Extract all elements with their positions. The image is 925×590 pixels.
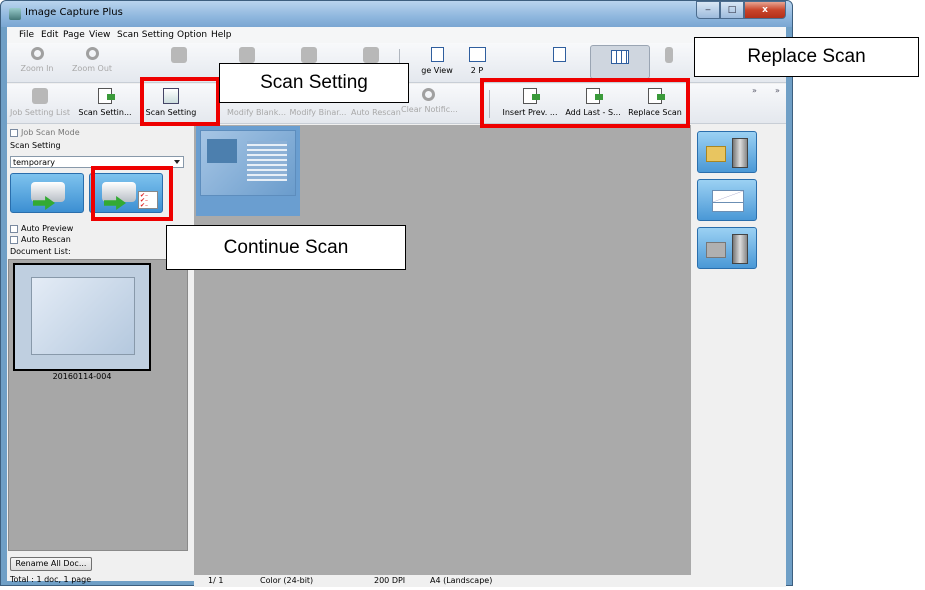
- toolbar-page-icon: [363, 47, 379, 63]
- toolbar-page-icon: [239, 47, 255, 63]
- auto-preview-label: Auto Preview: [21, 224, 74, 233]
- zoom-out-button[interactable]: Zoom Out: [67, 43, 117, 83]
- server-icon: [732, 234, 748, 264]
- auto-preview-checkbox[interactable]: [10, 225, 18, 233]
- scan-button[interactable]: [10, 173, 84, 213]
- toolbar-page-icon: [301, 47, 317, 63]
- status-bar: 1/ 1 Color (24-bit) 200 DPI A4 (Landscap…: [194, 575, 786, 587]
- menu-scan-setting[interactable]: Scan Setting: [117, 30, 174, 40]
- status-dpi: 200 DPI: [374, 576, 406, 585]
- send-email-button[interactable]: [697, 179, 757, 221]
- zoom-in-button[interactable]: Zoom In: [15, 43, 59, 83]
- app-icon: [9, 8, 21, 20]
- send-to-server-button-2[interactable]: [697, 227, 757, 269]
- continue-scan-highlight: [91, 166, 173, 221]
- scan-settings-button[interactable]: Scan Settin...: [73, 84, 137, 124]
- job-scan-mode-label: Job Scan Mode: [21, 128, 80, 137]
- thumbnail-grid-icon: [611, 50, 629, 64]
- total-count: Total : 1 doc, 1 page: [10, 575, 92, 584]
- job-scan-mode-checkbox[interactable]: [10, 129, 18, 137]
- device-icon: [706, 242, 726, 258]
- right-panel: [694, 125, 786, 581]
- half-page-icon: [552, 47, 566, 62]
- menu-option[interactable]: Option: [177, 30, 207, 40]
- status-page: 1/ 1: [208, 576, 224, 585]
- toolbar-button-hidden-5[interactable]: [659, 43, 679, 83]
- auto-rescan-checkbox[interactable]: [10, 236, 18, 244]
- zoom-in-icon: [30, 47, 44, 60]
- page-thumbnail-selected[interactable]: [196, 126, 300, 216]
- job-setting-icon: [32, 88, 48, 104]
- toolbar-bars-icon: [665, 47, 673, 63]
- auto-rescan-label: Auto Rescan: [21, 235, 71, 244]
- two-page-icon: [468, 47, 486, 62]
- two-page-view-button[interactable]: 2 P: [459, 43, 495, 83]
- document-name: 20160114-004: [52, 372, 112, 381]
- clear-notification-icon: [421, 88, 435, 101]
- window-controls: ‒ □ x: [696, 1, 786, 19]
- replace-scan-highlight: [480, 78, 690, 128]
- replace-scan-callout: Replace Scan: [694, 37, 919, 77]
- status-paper: A4 (Landscape): [430, 576, 493, 585]
- title-bar[interactable]: Image Capture Plus ‒ □ x: [1, 1, 792, 27]
- page-view-button[interactable]: ge View: [415, 43, 459, 83]
- scan-setting-highlight: [140, 77, 220, 126]
- status-color: Color (24-bit): [260, 576, 314, 585]
- clear-notific-button[interactable]: Clear Notific...: [401, 84, 458, 124]
- continue-scan-callout: Continue Scan: [166, 225, 406, 270]
- minimize-button[interactable]: ‒: [696, 1, 720, 19]
- toolbar-page-icon: [171, 47, 187, 63]
- menu-bar: File Edit Page View Scan Setting Option …: [7, 27, 786, 43]
- maximize-button[interactable]: □: [720, 1, 744, 19]
- send-to-server-button[interactable]: [697, 131, 757, 173]
- thumbnail-area[interactable]: [194, 125, 691, 575]
- document-preview-image: [31, 277, 135, 355]
- document-thumbnail[interactable]: [13, 263, 151, 371]
- document-list-label: Document List:: [10, 247, 71, 256]
- server-icon: [732, 138, 748, 168]
- scan-setting-label: Scan Setting: [10, 141, 61, 150]
- close-button[interactable]: x: [744, 1, 786, 19]
- envelope-icon: [712, 190, 744, 212]
- job-setting-list-button[interactable]: Job Setting List: [7, 84, 73, 124]
- menu-file[interactable]: File: [19, 30, 34, 40]
- scan-settings-icon: [98, 88, 115, 104]
- chevron-down-icon: [174, 160, 180, 164]
- menu-page[interactable]: Page: [63, 30, 85, 40]
- toolbar-overflow-button[interactable]: »: [752, 86, 757, 95]
- page-preview-image: [200, 130, 296, 196]
- menu-view[interactable]: View: [89, 30, 110, 40]
- scan-setting-callout: Scan Setting: [219, 63, 409, 103]
- menu-edit[interactable]: Edit: [41, 30, 58, 40]
- window-title: Image Capture Plus: [25, 7, 123, 18]
- half-page-view-button[interactable]: [539, 43, 579, 83]
- rename-all-button[interactable]: Rename All Doc...: [10, 557, 92, 571]
- menu-help[interactable]: Help: [211, 30, 232, 40]
- single-page-icon: [430, 47, 444, 62]
- folder-icon: [706, 146, 726, 162]
- toolbar-overflow-button-2[interactable]: »: [775, 86, 780, 95]
- document-list[interactable]: 20160114-004: [8, 259, 188, 551]
- thumbnail-view-button[interactable]: [590, 45, 650, 79]
- zoom-out-icon: [85, 47, 99, 60]
